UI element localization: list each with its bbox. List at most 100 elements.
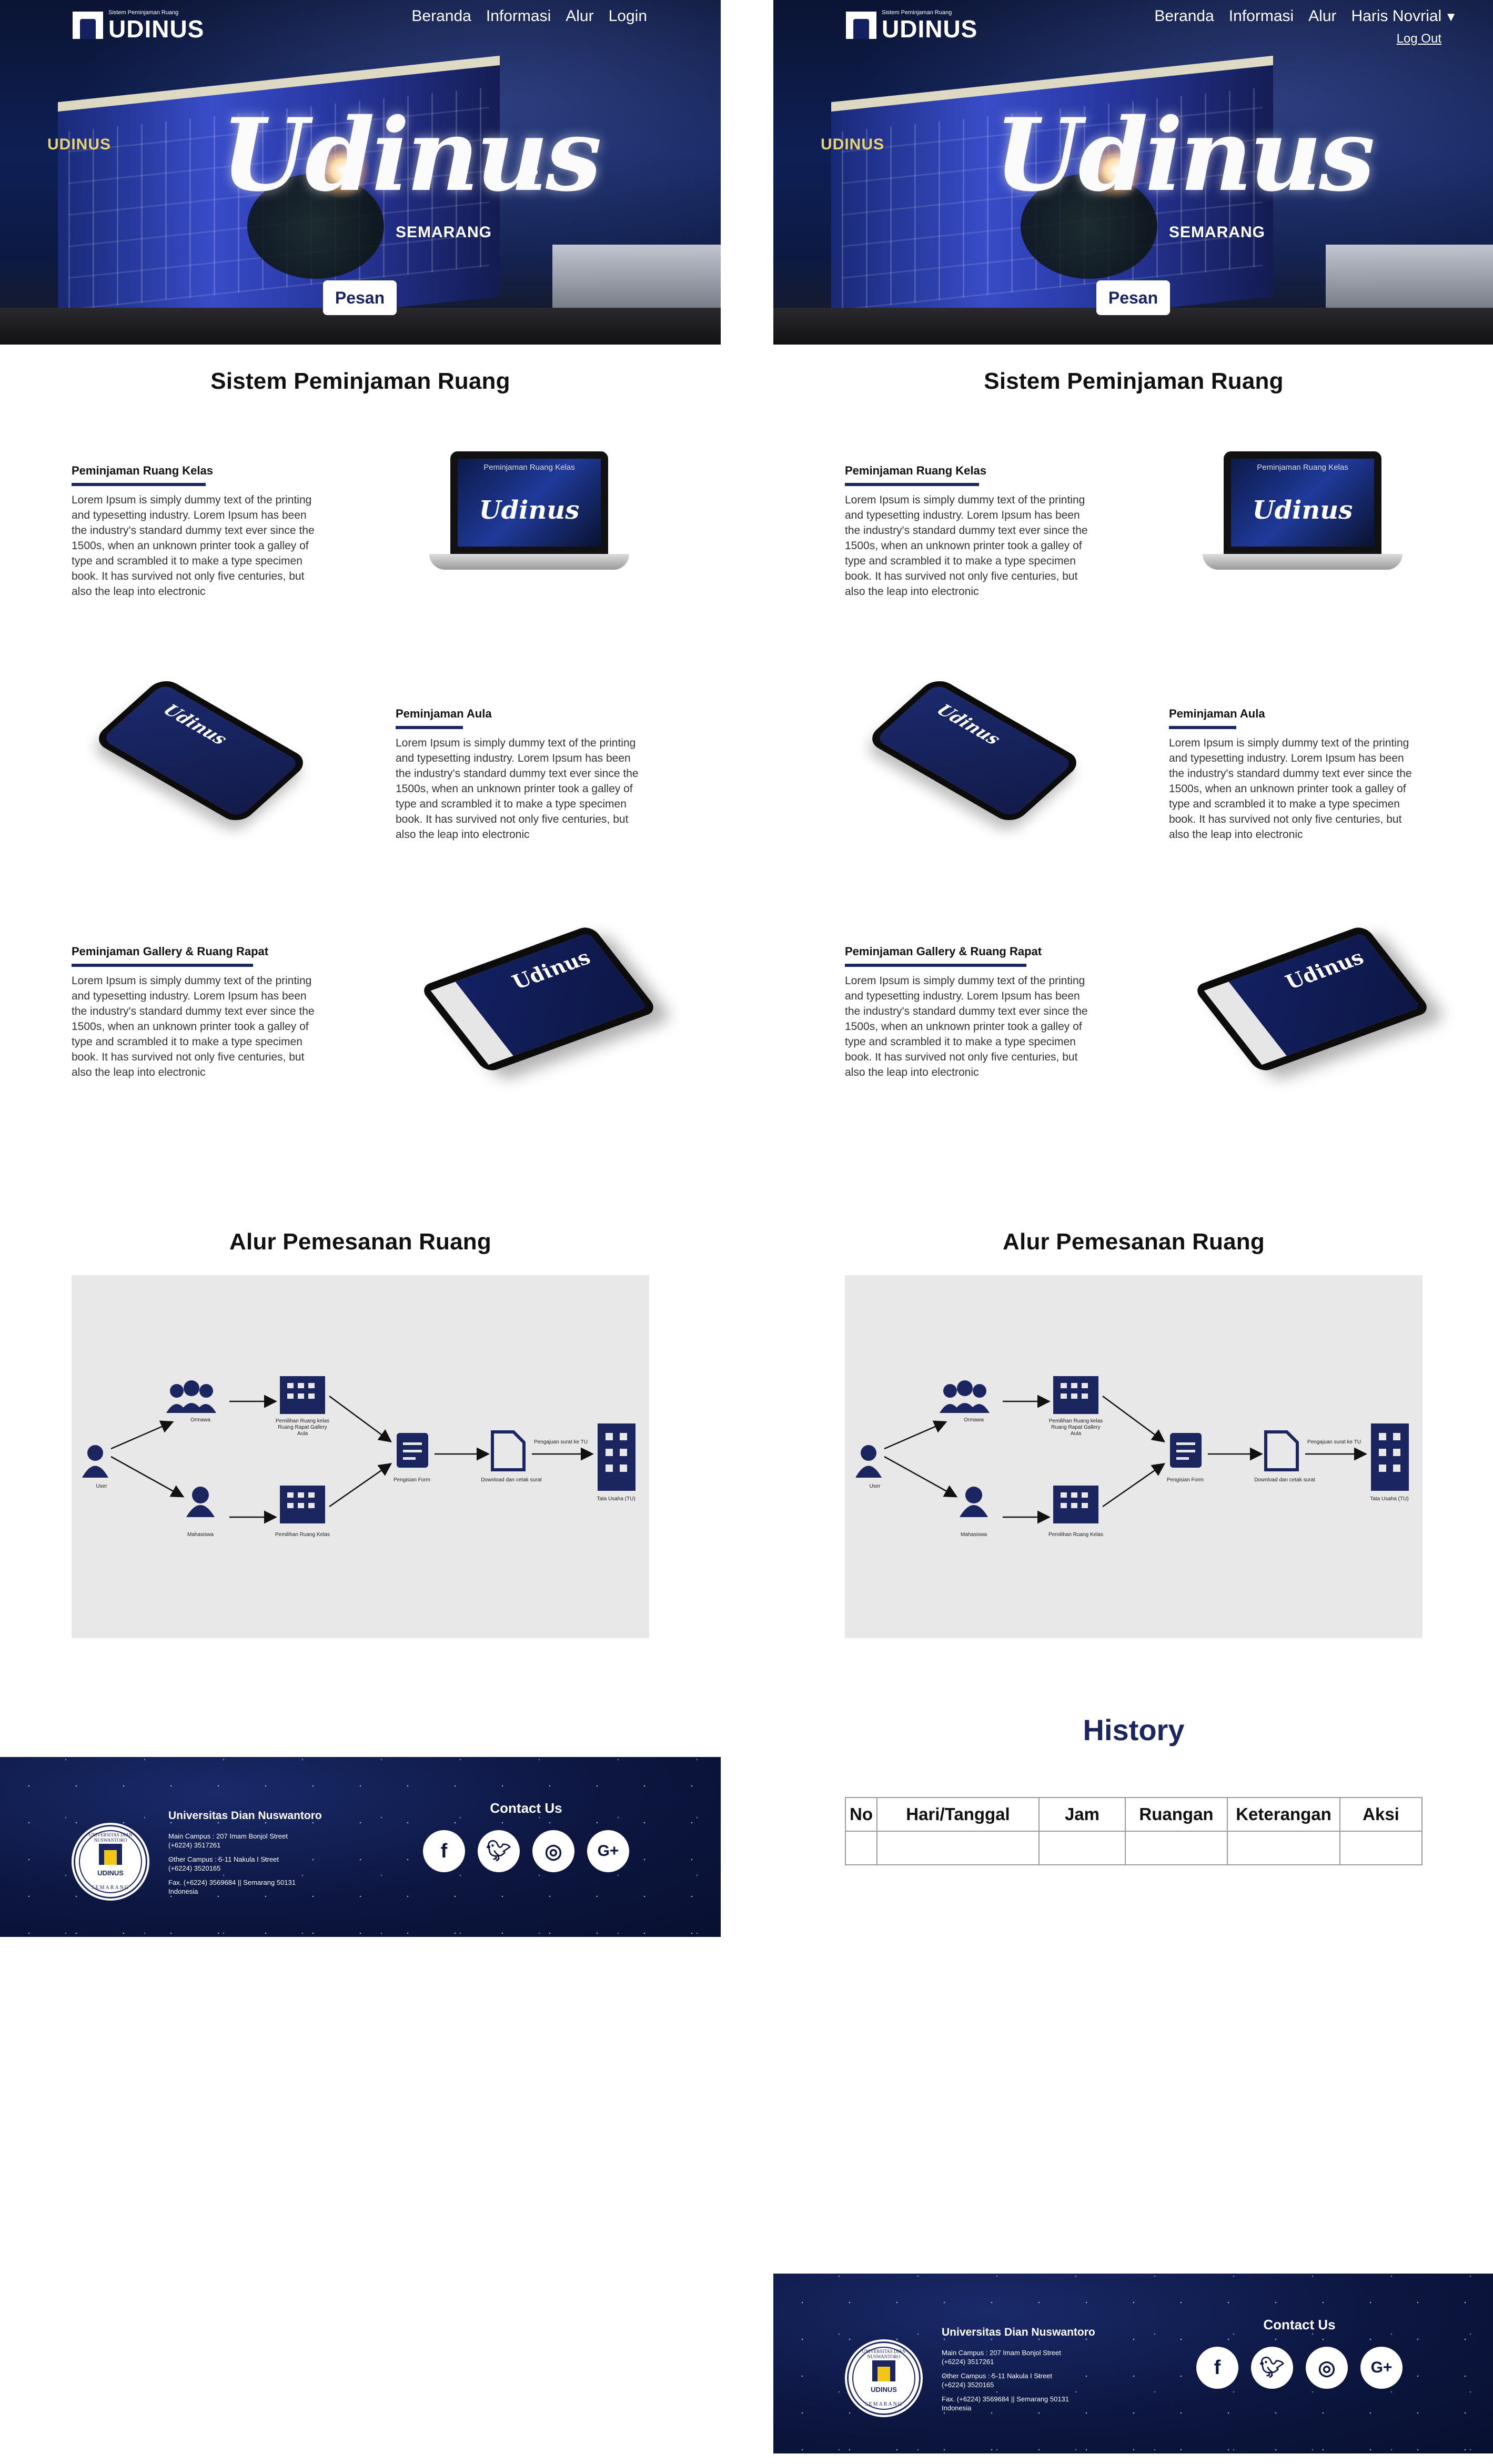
contact-us: Contact Us f 🐦︎ ◎ G+ [421, 1800, 631, 1872]
site-footer: UNIVERSITAS DIAN NUSWANTORO UDINUS SEMAR… [0, 1757, 721, 1937]
flow-diagram: User Ormawa Mahasiswa Pemilihan Ruang ke… [72, 1275, 649, 1638]
nav-login[interactable]: Login [609, 7, 647, 25]
logout-link[interactable]: Log Out [1397, 32, 1441, 46]
section-title: Sistem Peminjaman Ruang [210, 368, 510, 394]
column-header: Ruangan [1125, 1797, 1228, 1832]
building-sign: UDINUS [821, 136, 885, 153]
university-name: Universitas Dian Nuswantoro [168, 1810, 322, 1822]
university-seal: UNIVERSITAS DIAN NUSWANTORO UDINUS SEMAR… [845, 2339, 923, 2417]
brand-logo[interactable]: Sistem Peminjaman Ruang UDINUS [846, 9, 977, 41]
feature-title: Peminjaman Aula [1169, 707, 1265, 720]
udinus-script-logo: Udinus [221, 96, 602, 214]
brand-logo[interactable]: Sistem Peminjaman Ruang UDINUS [73, 9, 204, 41]
label-submit: Pengajuan surat ke TU [1307, 1439, 1361, 1445]
column-header: Keterangan [1227, 1797, 1340, 1832]
tablet-mockup: Udinus [1192, 924, 1432, 1074]
twitter-icon[interactable]: 🐦︎ [478, 1830, 520, 1872]
user-menu[interactable]: Haris Novrial ▼ [1351, 7, 1457, 25]
hero-city-text: SEMARANG [1169, 224, 1266, 241]
footer-address: Universitas Dian Nuswantoro Main Campus … [942, 2326, 1163, 2418]
feature-ruang-kelas: Peminjaman Ruang Kelas Lorem Ipsum is si… [845, 464, 1097, 598]
feature-text: Lorem Ipsum is simply dummy text of the … [1169, 737, 1412, 841]
label-user: User [869, 1483, 881, 1489]
flow-title: Alur Pemesanan Ruang [229, 1229, 491, 1255]
feature-title: Peminjaman Gallery & Ruang Rapat [845, 945, 1042, 958]
hero-city-text: SEMARANG [396, 224, 492, 241]
column-header: Aksi [1339, 1797, 1423, 1832]
laptop-mockup: Peminjaman Ruang Kelas Udinus [1203, 451, 1403, 588]
label-mahasiswa: Mahasiswa [960, 1532, 987, 1538]
udinus-logo-icon [846, 12, 876, 39]
label-tu: Tata Usaha (TU) [1370, 1496, 1409, 1502]
tablet-mockup: Udinus [419, 924, 659, 1074]
facebook-icon[interactable]: f [423, 1830, 465, 1872]
nav-beranda[interactable]: Beranda [1154, 7, 1214, 25]
feature-text: Lorem Ipsum is simply dummy text of the … [72, 975, 315, 1078]
laptop-mockup: Peminjaman Ruang Kelas Udinus [429, 451, 629, 588]
feature-gallery-ruang-rapat: Peminjaman Gallery & Ruang Rapat Lorem I… [72, 945, 324, 1078]
facebook-icon[interactable]: f [1196, 2347, 1238, 2389]
pesan-button[interactable]: Pesan [323, 280, 397, 315]
pesan-button[interactable]: Pesan [1096, 280, 1170, 315]
user-name: Haris Novrial [1351, 7, 1442, 25]
feature-title: Peminjaman Aula [396, 707, 492, 720]
label-pemilihan-bottom: Pemilihan Ruang Kelas [1048, 1532, 1103, 1538]
contact-title: Contact Us [1263, 2317, 1336, 2332]
phone-mockup: Udinus [864, 675, 1084, 826]
label-user: User [96, 1483, 107, 1489]
label-submit: Pengajuan surat ke TU [533, 1439, 588, 1445]
feature-text: Lorem Ipsum is simply dummy text of the … [396, 737, 639, 841]
top-navigation: Beranda Informasi Alur Login [411, 7, 647, 25]
udinus-script-logo: Udinus [994, 96, 1375, 214]
feature-ruang-kelas: Peminjaman Ruang Kelas Lorem Ipsum is si… [72, 464, 324, 598]
nav-informasi[interactable]: Informasi [486, 7, 551, 25]
instagram-icon[interactable]: ◎ [532, 1830, 574, 1872]
site-footer: UNIVERSITAS DIAN NUSWANTORO UDINUS SEMAR… [773, 2274, 1493, 2453]
nav-alur[interactable]: Alur [1308, 7, 1336, 25]
flow-diagram: User Ormawa Mahasiswa Pemilihan Ruang ke… [845, 1275, 1423, 1638]
laptop-screen-title: Peminjaman Ruang Kelas [1257, 463, 1348, 472]
history-table: No Hari/Tanggal Jam Ruangan Keterangan A… [845, 1797, 1423, 1865]
contact-us: Contact Us f 🐦︎ ◎ G+ [1194, 2317, 1405, 2389]
flow-arrows [855, 1376, 1409, 1524]
nav-alur[interactable]: Alur [566, 7, 593, 25]
label-pemilihan-top: Pemilihan Ruang kelas Ruang Rapat Galler… [275, 1418, 330, 1437]
university-name: Universitas Dian Nuswantoro [942, 2326, 1095, 2338]
user-landing-page: UDINUS Udinus SEMARANG Pesan Sistem Pemi… [773, 0, 1493, 2464]
google-plus-icon[interactable]: G+ [1360, 2347, 1403, 2389]
nav-beranda[interactable]: Beranda [411, 7, 471, 25]
user-icon [87, 1445, 103, 1461]
table-header-row: No Hari/Tanggal Jam Ruangan Keterangan A… [845, 1797, 1423, 1832]
section-title: Sistem Peminjaman Ruang [984, 368, 1284, 394]
label-download: Download dan cetak surat [481, 1477, 542, 1483]
caret-down-icon: ▼ [1445, 10, 1457, 24]
user-icon [861, 1445, 876, 1461]
label-ormawa: Ormawa [964, 1417, 984, 1423]
udinus-logo-icon [73, 12, 103, 39]
feature-text: Lorem Ipsum is simply dummy text of the … [845, 975, 1088, 1078]
flow-title: Alur Pemesanan Ruang [1003, 1229, 1265, 1255]
label-ormawa: Ormawa [190, 1417, 210, 1423]
instagram-icon[interactable]: ◎ [1306, 2347, 1348, 2389]
phone-mockup: Udinus [91, 675, 311, 826]
flow-arrows [82, 1376, 635, 1524]
feature-aula: Peminjaman Aula Lorem Ipsum is simply du… [396, 707, 648, 841]
google-plus-icon[interactable]: G+ [587, 1830, 629, 1872]
label-mahasiswa: Mahasiswa [187, 1532, 214, 1538]
feature-text: Lorem Ipsum is simply dummy text of the … [845, 494, 1088, 598]
label-tu: Tata Usaha (TU) [597, 1496, 635, 1502]
footer-address: Universitas Dian Nuswantoro Main Campus … [168, 1810, 389, 1901]
nav-informasi[interactable]: Informasi [1229, 7, 1294, 25]
brand-name: UDINUS [882, 15, 978, 43]
building-sign: UDINUS [47, 136, 112, 153]
table-row [845, 1831, 1423, 1865]
label-download: Download dan cetak surat [1254, 1477, 1315, 1483]
hero-banner: UDINUS Udinus SEMARANG Pesan Sistem Pemi… [773, 0, 1493, 345]
twitter-icon[interactable]: 🐦︎ [1251, 2347, 1293, 2389]
guest-landing-page: UDINUS Udinus SEMARANG Pesan Sistem Pemi… [0, 0, 721, 1937]
university-seal: UNIVERSITAS DIAN NUSWANTORO UDINUS SEMAR… [72, 1823, 149, 1901]
feature-text: Lorem Ipsum is simply dummy text of the … [72, 494, 315, 598]
column-header: No [845, 1797, 877, 1832]
label-pemilihan-top: Pemilihan Ruang kelas Ruang Rapat Galler… [1048, 1418, 1103, 1437]
column-header: Hari/Tanggal [876, 1797, 1040, 1832]
